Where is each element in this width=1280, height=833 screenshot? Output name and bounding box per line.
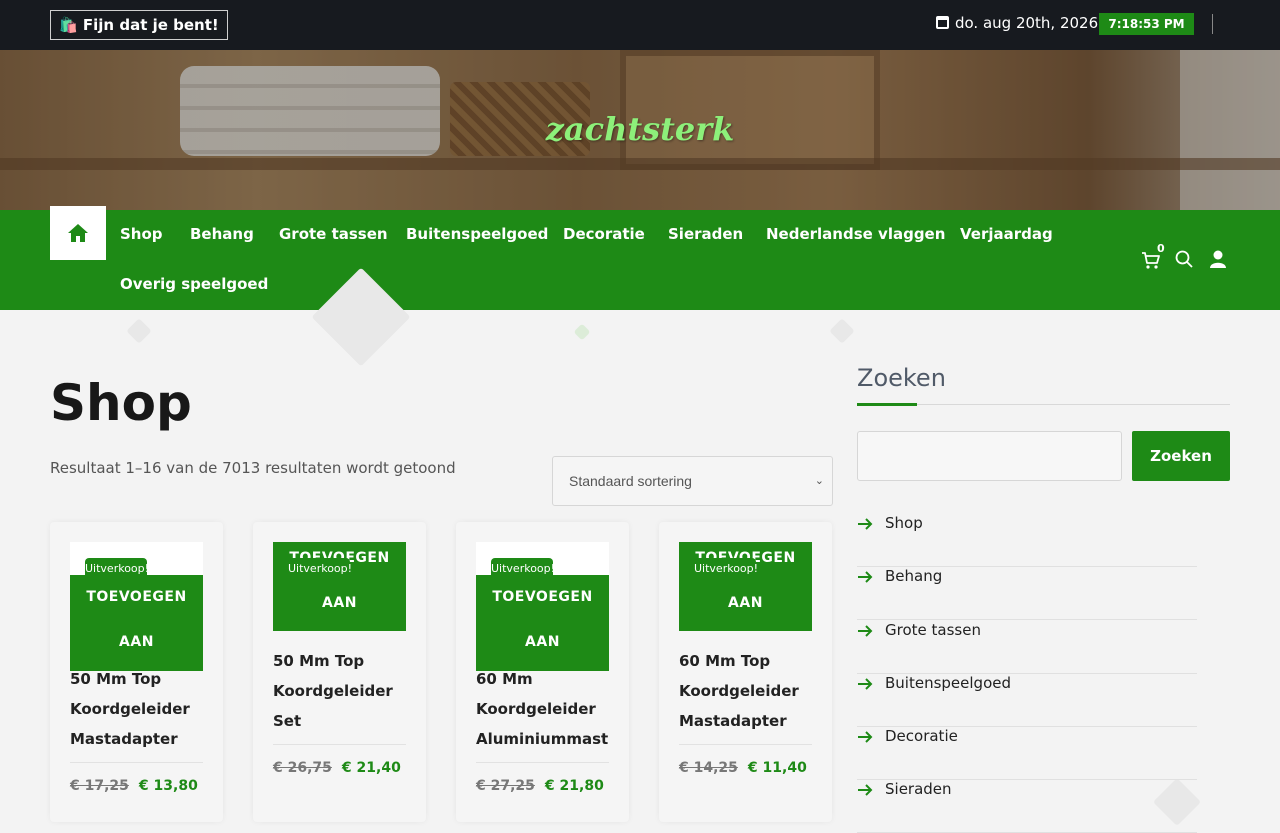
product-title[interactable]: 60 Mm Koordgeleider Aluminiummast [476,664,611,754]
clock-badge: 7:18:53 PM [1099,13,1194,35]
sidebar-search-title: Zoeken [857,364,946,392]
background-shape [126,318,152,344]
user-icon[interactable] [1209,250,1227,268]
sale-badge: Uitverkoop! [288,558,352,580]
nav-item-overig-speelgoed[interactable]: Overig speelgoed [120,274,268,294]
divider [1212,14,1213,34]
sort-select[interactable]: Standaard sortering ⌄ [552,456,833,506]
product-card[interactable]: TOEVOEGEN AAN Uitverkoop! 50 Mm Top Koor… [253,522,426,822]
sidebar-item-shop[interactable]: Shop [857,514,1197,567]
nav-item-buitenspeelgoed[interactable]: Buitenspeelgoed [406,224,548,244]
product-price: € 14,25 € 11,40 [679,760,807,776]
chevron-down-icon: ⌄ [814,475,824,487]
background-shape [573,323,591,341]
add-to-cart-button[interactable]: TOEVOEGEN AAN [679,542,812,631]
header-banner: zachtsterk [0,50,1280,210]
nav-item-decoratie[interactable]: Decoratie [563,224,645,244]
sale-badge: Uitverkoop! [491,558,555,580]
add-to-cart-button[interactable]: TOEVOEGEN AAN [476,575,609,671]
add-to-cart-button[interactable]: TOEVOEGEN AAN [70,575,203,671]
sale-badge: Uitverkoop! [694,558,758,580]
sidebar-item-behang[interactable]: Behang [857,567,1197,620]
arrow-right-icon [858,518,873,530]
sidebar-item-grote-tassen[interactable]: Grote tassen [857,621,1197,674]
sort-selected-value: Standaard sortering [569,473,692,489]
search-button[interactable]: Zoeken [1132,431,1230,481]
old-price: € 27,25 [476,778,535,794]
sidebar-item-decoratie[interactable]: Decoratie [857,727,1197,780]
add-to-cart-button[interactable]: TOEVOEGEN AAN [273,542,406,631]
search-icon[interactable] [1175,250,1193,268]
title-underline [857,403,917,406]
background-shape [829,318,855,344]
home-icon [68,224,88,242]
sale-price: € 21,40 [341,760,401,776]
top-bar: 🛍️ Fijn dat je bent! do. aug 20th, 2026 … [0,0,1280,50]
old-price: € 26,75 [273,760,332,776]
site-logo[interactable]: zachtsterk [0,110,1280,148]
calendar-icon [936,16,949,29]
page-title: Shop [50,374,192,432]
product-title[interactable]: 50 Mm Top Koordgeleider Mastadapter [70,664,205,754]
product-price: € 27,25 € 21,80 [476,778,604,794]
search-input[interactable] [857,431,1122,481]
cart-count-badge: 0 [1157,242,1165,255]
product-price: € 17,25 € 13,80 [70,778,198,794]
product-card[interactable]: TOEVOEGEN AAN Uitverkoop! 60 Mm Koordgel… [456,522,629,822]
sale-price: € 21,80 [544,778,604,794]
arrow-right-icon [858,571,873,583]
nav-item-sieraden[interactable]: Sieraden [668,224,743,244]
date-text: do. aug 20th, 2026 [955,14,1099,32]
arrow-right-icon [858,784,873,796]
product-price: € 26,75 € 21,40 [273,760,401,776]
nav-item-behang[interactable]: Behang [190,224,254,244]
sale-price: € 13,80 [138,778,198,794]
arrow-right-icon [858,678,873,690]
main-navigation: Shop Behang Grote tassen Buitenspeelgoed… [0,206,1280,310]
nav-item-nederlandse-vlaggen[interactable]: Nederlandse vlaggen [766,224,945,244]
sale-badge: Uitverkoop! [85,558,149,580]
sidebar-item-buitenspeelgoed[interactable]: Buitenspeelgoed [857,674,1197,727]
product-title[interactable]: 60 Mm Top Koordgeleider Mastadapter [679,646,814,736]
nav-item-shop[interactable]: Shop [120,224,163,244]
old-price: € 17,25 [70,778,129,794]
arrow-right-icon [858,731,873,743]
old-price: € 14,25 [679,760,738,776]
nav-item-grote-tassen[interactable]: Grote tassen [279,224,388,244]
date-display: do. aug 20th, 2026 [936,14,1098,32]
arrow-right-icon [858,625,873,637]
product-title[interactable]: 50 Mm Top Koordgeleider Set [273,646,408,736]
sale-price: € 11,40 [747,760,807,776]
sidebar-item-sieraden[interactable]: Sieraden [857,780,1197,833]
product-card[interactable]: TOEVOEGEN AAN Uitverkoop! 60 Mm Top Koor… [659,522,832,822]
product-card[interactable]: TOEVOEGEN AAN Uitverkoop! 50 Mm Top Koor… [50,522,223,822]
greeting-banner: 🛍️ Fijn dat je bent! [50,10,228,40]
home-button[interactable] [50,206,106,260]
result-count: Resultaat 1–16 van de 7013 resultaten wo… [50,459,456,477]
nav-item-verjaardag[interactable]: Verjaardag [960,224,1053,244]
